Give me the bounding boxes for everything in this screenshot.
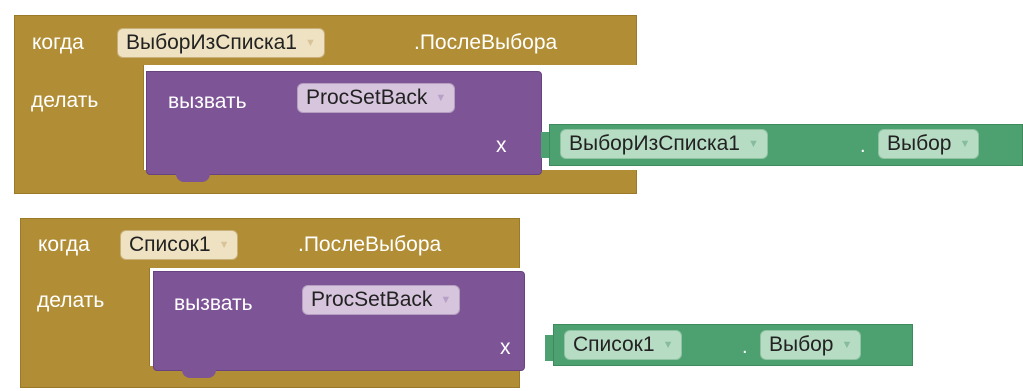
event-block-2-do-strip: [20, 268, 150, 368]
do-label: делать: [31, 89, 99, 112]
argument-label: x: [496, 134, 507, 157]
argument-label: x: [500, 336, 511, 359]
component-dropdown[interactable]: Список1 ▼: [120, 230, 239, 260]
getter-dot: .: [742, 336, 748, 358]
event-block-1-do-strip: [14, 65, 144, 173]
procedure-call-bottom-notch: [182, 370, 216, 378]
do-label: делать: [37, 289, 105, 312]
getter-property-name: Выбор: [887, 132, 952, 155]
getter-dot: .: [860, 135, 866, 157]
dropdown-triangle-icon: ▼: [841, 339, 853, 351]
getter-component-dropdown[interactable]: ВыборИзСписка1 ▼: [560, 129, 768, 159]
procedure-call-bottom-notch: [176, 174, 210, 182]
dropdown-triangle-icon: ▼: [747, 138, 759, 150]
event-name: .ПослеВыбора: [414, 31, 558, 54]
getter-component-name: ВыборИзСписка1: [569, 132, 740, 155]
dropdown-triangle-icon: ▼: [304, 37, 316, 49]
getter-property-dropdown[interactable]: Выбор ▼: [760, 330, 862, 360]
procedure-dropdown[interactable]: ProcSetBack ▼: [302, 285, 461, 315]
call-label: вызвать: [168, 90, 247, 113]
dropdown-triangle-icon: ▼: [959, 138, 971, 150]
getter-property-dropdown[interactable]: Выбор ▼: [878, 129, 980, 159]
component-name: Список1: [129, 233, 211, 256]
getter-component-dropdown[interactable]: Список1 ▼: [564, 330, 683, 360]
procedure-dropdown[interactable]: ProcSetBack ▼: [297, 83, 456, 113]
getter-property-name: Выбор: [769, 333, 834, 356]
getter-component-name: Список1: [573, 333, 655, 356]
when-label: когда: [38, 233, 90, 256]
procedure-name: ProcSetBack: [311, 288, 433, 311]
event-name: .ПослеВыбора: [298, 233, 442, 256]
dropdown-triangle-icon: ▼: [440, 294, 452, 306]
component-dropdown[interactable]: ВыборИзСписка1 ▼: [117, 28, 325, 58]
dropdown-triangle-icon: ▼: [662, 339, 674, 351]
dropdown-triangle-icon: ▼: [218, 239, 230, 251]
when-label: когда: [32, 31, 84, 54]
call-label: вызвать: [174, 292, 253, 315]
procedure-name: ProcSetBack: [306, 86, 428, 109]
dropdown-triangle-icon: ▼: [435, 92, 447, 104]
component-name: ВыборИзСписка1: [126, 31, 297, 54]
